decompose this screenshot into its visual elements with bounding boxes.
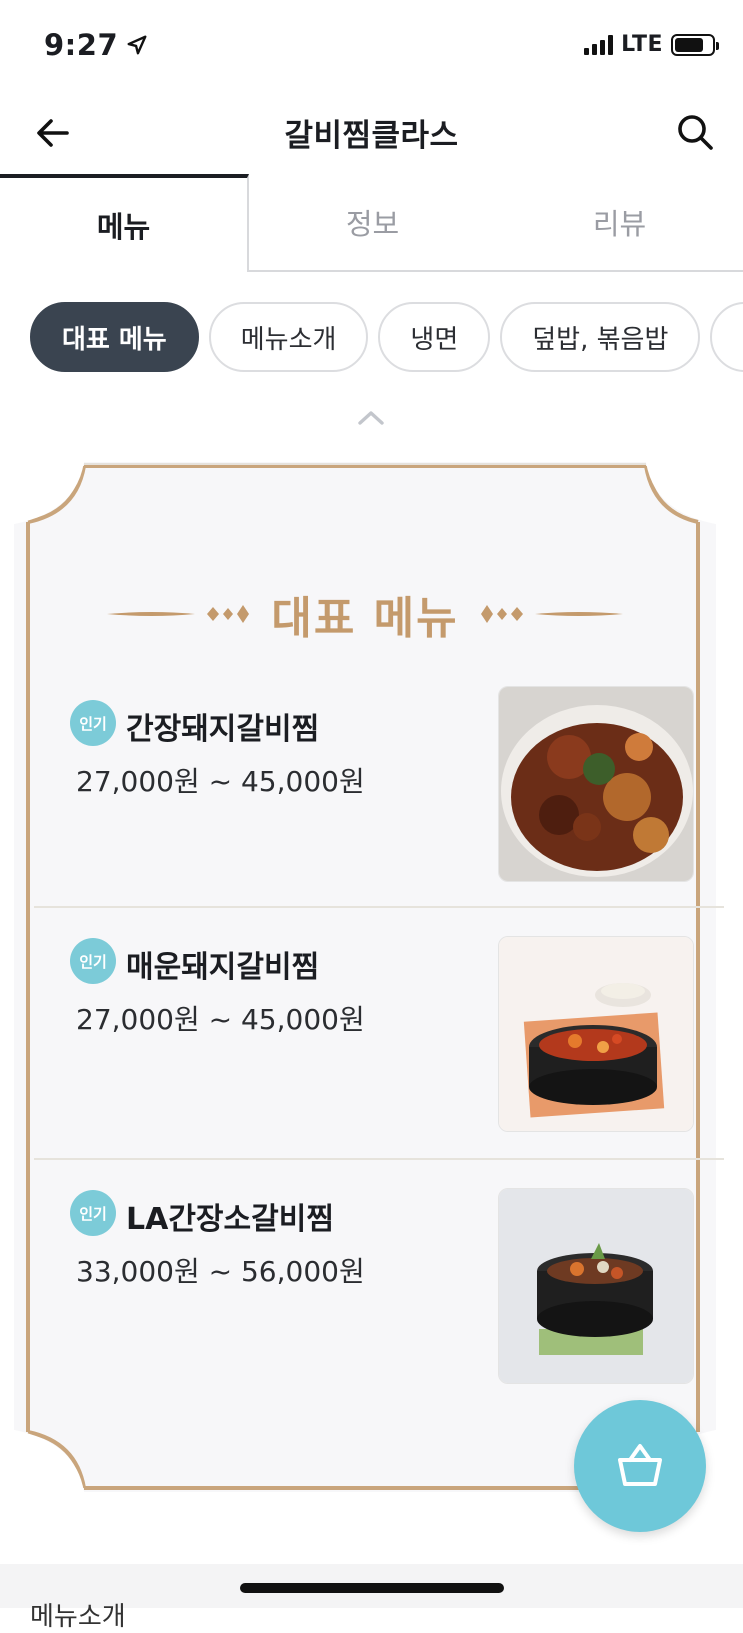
menu-item-photo: [498, 936, 694, 1132]
tab-info[interactable]: 정보: [249, 174, 496, 272]
status-time: 9:27: [44, 28, 119, 62]
menu-item[interactable]: 인기 매운돼지갈비찜 27,000원 ~ 45,000원: [34, 906, 724, 1162]
menu-item-name: LA간장소갈비찜: [126, 1202, 334, 1237]
section-title: 대표 메뉴: [271, 593, 459, 644]
menu-item[interactable]: 인기 LA간장소갈비찜 33,000원 ~ 56,000원: [34, 1158, 724, 1414]
popular-badge: 인기: [70, 700, 116, 746]
signal-icon: [584, 34, 614, 55]
popular-badge: 인기: [70, 938, 116, 984]
left-ornament-icon: [107, 605, 250, 623]
collapse-chevron-up-icon[interactable]: [356, 408, 386, 428]
tab-menu[interactable]: 메뉴: [0, 174, 249, 272]
popular-badge: 인기: [70, 1190, 116, 1236]
menu-item-price: 33,000원 ~ 56,000원: [76, 1255, 365, 1288]
right-ornament-icon: [480, 605, 623, 623]
tab-bar: 메뉴 정보 리뷰: [0, 174, 743, 272]
location-arrow-icon: [127, 35, 147, 55]
tab-reviews[interactable]: 리뷰: [496, 174, 743, 272]
menu-item-price: 27,000원 ~ 45,000원: [76, 765, 365, 798]
menu-item-name: 간장돼지갈비찜: [126, 712, 320, 747]
section-heading: 대표 메뉴: [14, 582, 716, 646]
home-indicator[interactable]: [240, 1583, 504, 1593]
battery-icon: [671, 33, 719, 56]
search-button[interactable]: [671, 108, 719, 156]
status-time-group: 9:27: [44, 28, 148, 62]
menu-item-name: 매운돼지갈비찜: [126, 950, 320, 985]
app-header: 갈비찜클라스: [0, 92, 743, 174]
next-section-title: 메뉴소개: [30, 1602, 126, 1632]
chip-signature-menu[interactable]: 대표 메뉴: [30, 302, 199, 372]
menu-item[interactable]: 인기 간장돼지갈비찜 27,000원 ~ 45,000원: [34, 674, 724, 930]
signature-menu-card: 대표 메뉴 인기 간장돼지갈비찜 27,000원 ~ 45,000원 인기 매운…: [14, 462, 724, 1492]
shopping-basket-icon: [618, 1444, 662, 1486]
page-title: 갈비찜클라스: [284, 118, 459, 154]
chip-side[interactable]: 사이: [710, 302, 743, 372]
network-label: LTE: [621, 32, 663, 57]
chip-rice-bowls[interactable]: 덮밥, 볶음밥: [500, 302, 701, 372]
chip-menu-intro[interactable]: 메뉴소개: [208, 302, 369, 372]
menu-item-price: 27,000원 ~ 45,000원: [76, 1003, 365, 1036]
menu-item-photo: [498, 1188, 694, 1384]
search-icon: [678, 115, 713, 150]
category-chip-bar: 대표 메뉴 메뉴소개 냉면 덮밥, 볶음밥 사이: [30, 302, 743, 374]
menu-item-photo: [498, 686, 694, 882]
status-indicators: LTE: [584, 32, 719, 57]
cart-button[interactable]: [574, 1400, 706, 1532]
chip-naengmyeon[interactable]: 냉면: [378, 302, 491, 372]
status-bar: 9:27 LTE: [0, 0, 743, 92]
